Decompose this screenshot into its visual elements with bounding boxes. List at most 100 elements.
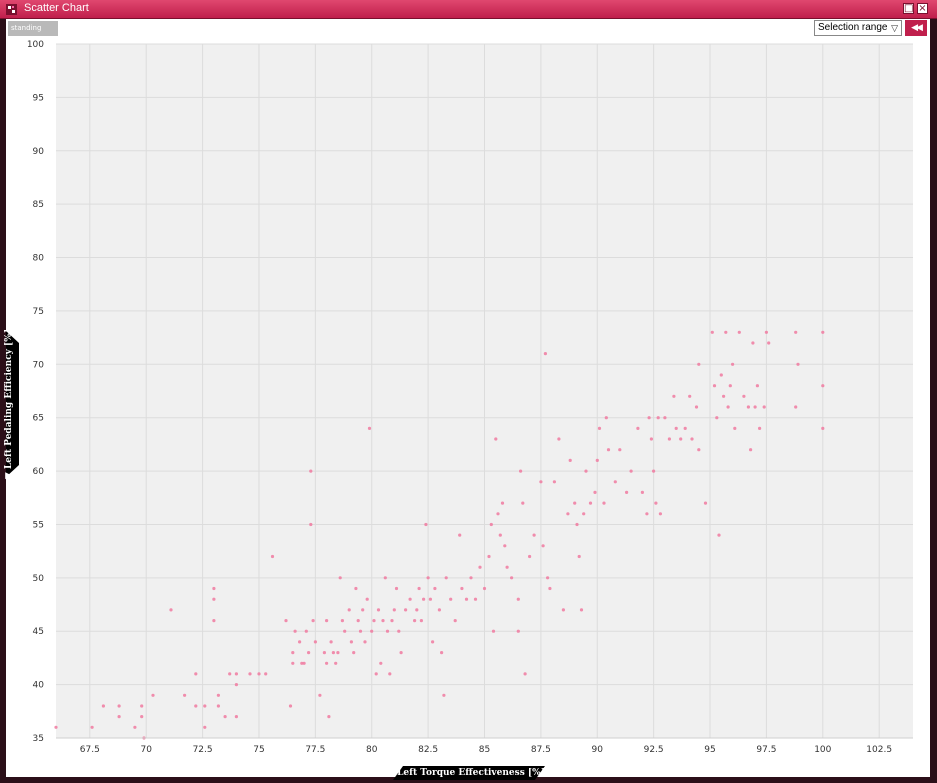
scatter-point	[694, 405, 699, 409]
scatter-point	[298, 640, 302, 644]
scatter-point	[216, 693, 220, 697]
scatter-point	[758, 426, 762, 430]
scatter-point	[728, 384, 732, 388]
scatter-point	[496, 512, 500, 516]
scatter-point	[753, 405, 757, 409]
scatter-point	[327, 715, 331, 719]
scatter-point	[331, 651, 335, 655]
scatter-point	[140, 704, 144, 708]
scatter-point	[437, 608, 441, 612]
scatter-point	[117, 715, 121, 719]
scatter-point	[361, 608, 365, 612]
scatter-point	[444, 576, 448, 580]
scatter-point	[169, 608, 173, 612]
y-tick-label: 95	[33, 93, 44, 103]
scatter-point	[746, 405, 751, 409]
scatter-point	[394, 586, 399, 591]
scatter-point	[755, 384, 760, 388]
scatter-point	[117, 704, 121, 708]
scatter-point	[573, 501, 577, 505]
scatter-point	[528, 554, 532, 559]
scatter-point	[367, 426, 372, 430]
scatter-point	[370, 629, 374, 633]
scatter-point	[288, 704, 293, 708]
scatter-point	[304, 629, 308, 633]
scatter-point	[688, 394, 692, 398]
scatter-point	[397, 629, 401, 633]
scatter-point	[347, 608, 351, 612]
y-tick-label: 65	[33, 414, 44, 424]
y-tick-label: 85	[33, 200, 44, 210]
scatter-point	[90, 725, 94, 729]
scatter-point	[248, 672, 252, 676]
scatter-point	[595, 458, 599, 462]
scatter-point	[656, 416, 660, 420]
scatter-point	[223, 715, 227, 719]
scatter-point	[482, 586, 487, 591]
scatter-point	[302, 661, 306, 665]
scatter-point	[404, 608, 408, 612]
scatter-point	[140, 715, 144, 719]
x-axis-ticks: 67.5 70 72.5 75 77.5 80 82.5 85 87.5 90 92.5 95 97.5…	[80, 745, 892, 755]
x-tick-label: 77.5	[305, 745, 325, 755]
scatter-point	[613, 480, 617, 484]
scatter-point	[749, 448, 753, 452]
y-tick-label: 100	[27, 40, 44, 50]
scatter-point	[794, 330, 798, 334]
scatter-point	[539, 480, 543, 484]
scatter-point	[647, 416, 651, 420]
scatter-point	[658, 512, 663, 516]
scatter-point	[636, 426, 640, 430]
scatter-point	[216, 704, 220, 708]
scatter-point	[566, 512, 570, 516]
x-tick-label: 67.5	[80, 745, 100, 755]
scatter-point	[541, 544, 545, 548]
scatter-point	[424, 522, 428, 527]
scatter-point	[422, 597, 426, 601]
y-tick-label: 45	[33, 627, 44, 637]
scatter-point	[458, 533, 462, 537]
scatter-point	[234, 672, 238, 676]
scatter-point	[652, 469, 656, 473]
y-tick-label: 60	[33, 467, 45, 477]
scatter-point	[257, 672, 261, 676]
scatter-point	[532, 533, 536, 537]
y-axis-label: ▼ Left Pedaling Efficiency [%]	[4, 328, 14, 480]
scatter-point	[365, 597, 369, 601]
scatter-point	[478, 565, 482, 569]
scatter-point	[712, 384, 717, 388]
scatter-point	[548, 586, 552, 591]
scatter-point	[629, 469, 633, 473]
scatter-point	[329, 640, 333, 644]
scatter-point	[293, 629, 297, 633]
scatter-point	[374, 672, 378, 676]
scatter-point	[431, 640, 435, 644]
scatter-point	[307, 651, 311, 655]
scatter-point	[183, 693, 187, 697]
scatter-point	[505, 565, 509, 569]
scatter-point	[503, 544, 507, 548]
scatter-point	[821, 426, 825, 430]
scatter-point	[654, 501, 658, 505]
scatter-point	[568, 458, 572, 462]
scatter-point	[546, 576, 550, 580]
scatter-point	[440, 651, 444, 655]
scatter-point	[388, 672, 392, 676]
scatter-point	[575, 522, 579, 527]
scatter-point	[703, 501, 708, 505]
scatter-point	[379, 661, 383, 665]
y-tick-label: 70	[33, 360, 45, 370]
scatter-point	[460, 586, 464, 591]
scatter-point	[491, 629, 496, 633]
scatter-point	[336, 651, 340, 655]
scatter-point	[194, 704, 198, 708]
scatter-point	[674, 426, 678, 430]
scatter-point	[419, 619, 423, 623]
scatter-point	[313, 640, 317, 644]
scatter-point	[579, 608, 584, 612]
chart-window: Scatter Chart □ × standing Selection ran…	[0, 0, 937, 783]
scatter-point	[212, 586, 216, 591]
scatter-point	[697, 448, 701, 452]
scatter-point	[415, 608, 419, 612]
scatter-point	[284, 619, 288, 623]
